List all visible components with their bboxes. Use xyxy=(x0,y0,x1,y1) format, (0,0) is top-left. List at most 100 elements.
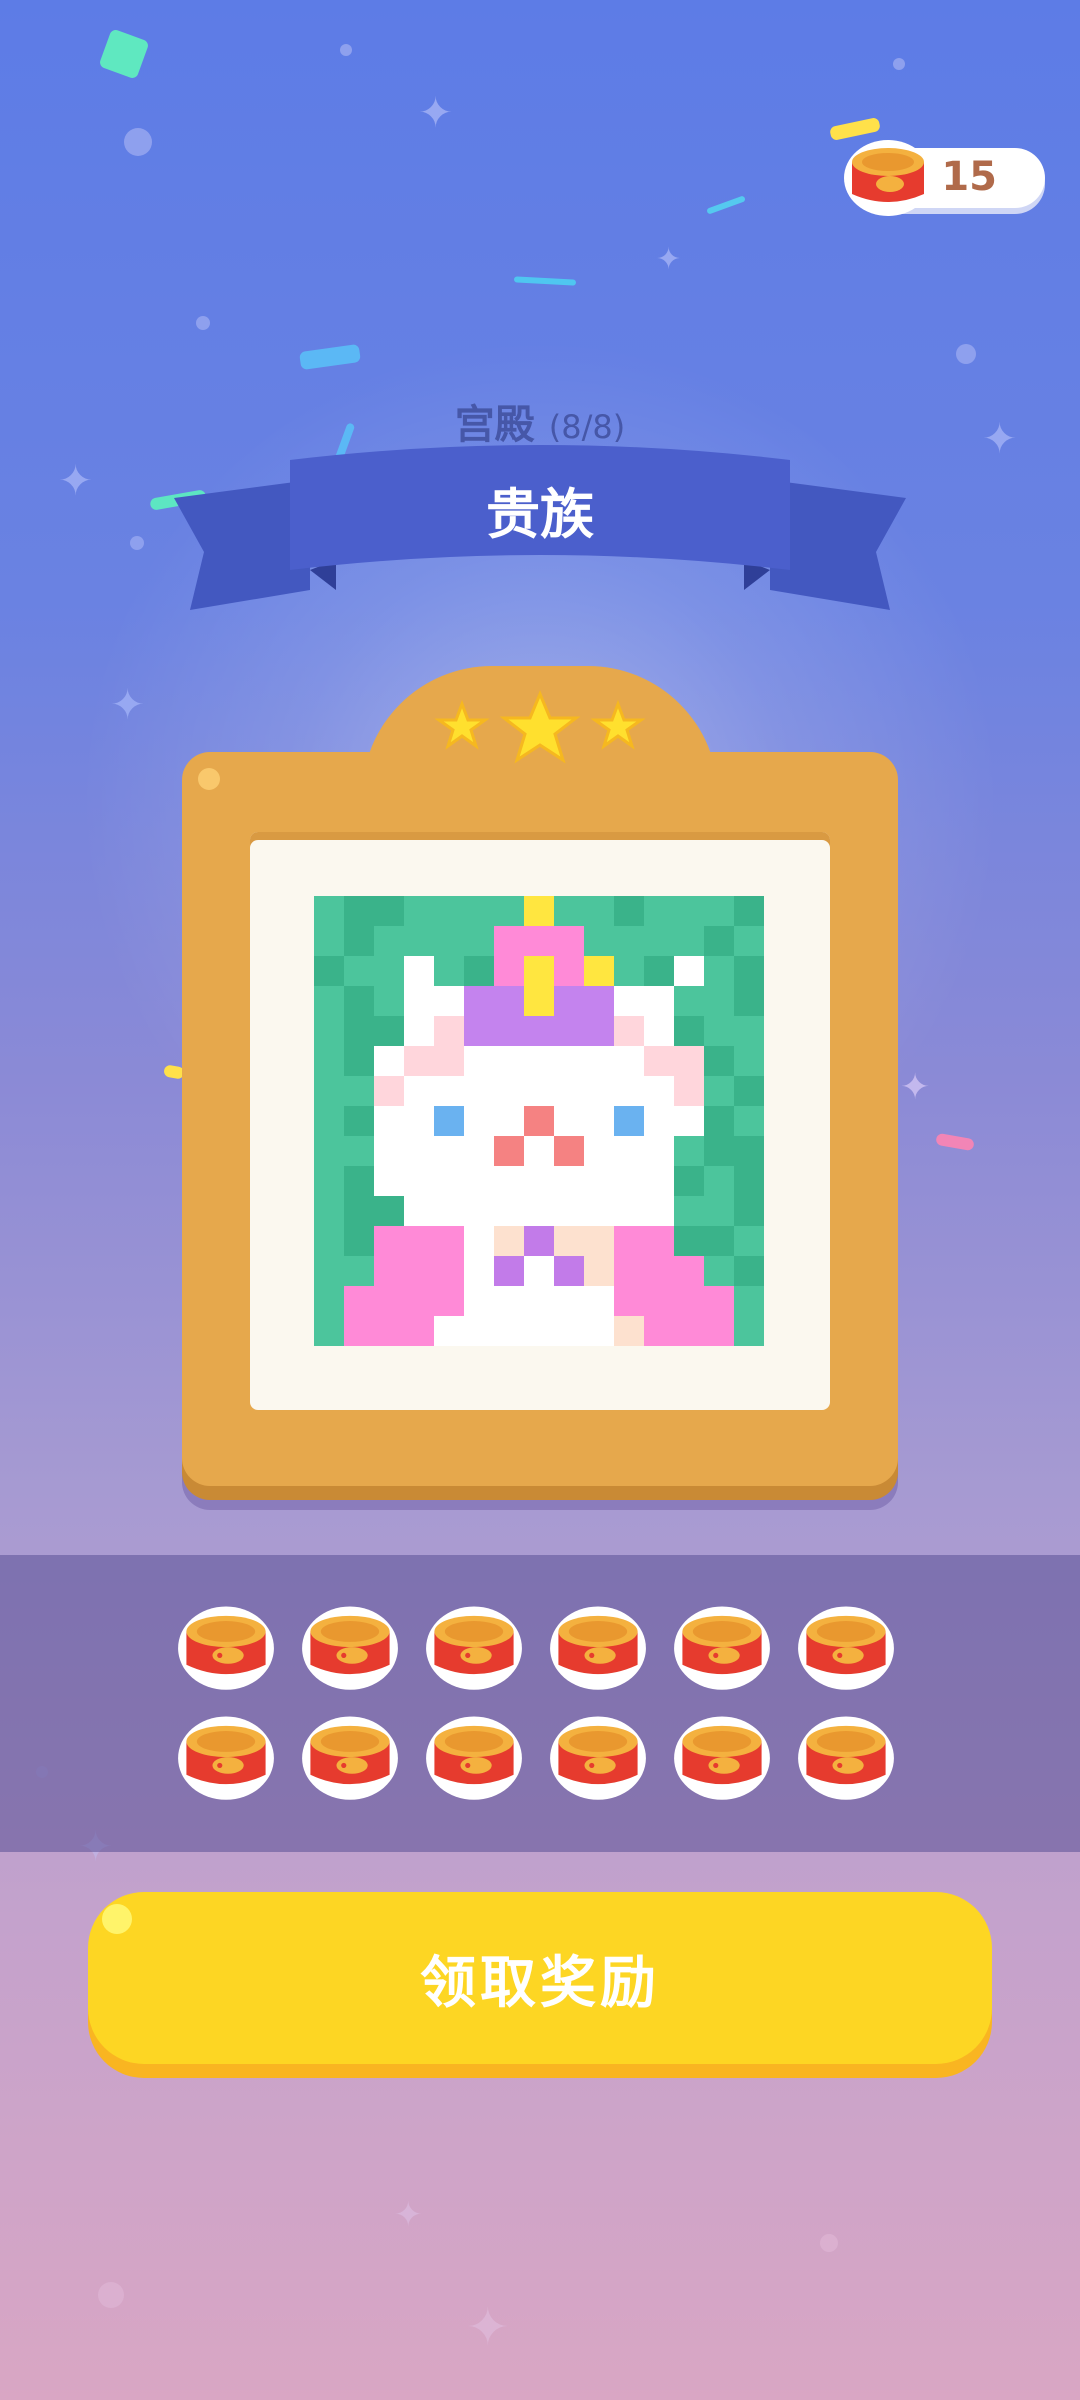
pixel xyxy=(434,1226,464,1256)
pixel xyxy=(674,956,704,986)
pixel xyxy=(464,956,494,986)
pixel xyxy=(554,1106,584,1136)
pixel xyxy=(614,1046,644,1076)
pixel xyxy=(314,1016,344,1046)
pixel xyxy=(434,896,464,926)
confetti-piece xyxy=(98,28,150,80)
pixel xyxy=(524,1256,554,1286)
pixel xyxy=(464,1196,494,1226)
pixel xyxy=(614,1226,644,1256)
background-dot xyxy=(956,344,976,364)
pixel xyxy=(524,896,554,926)
pixel xyxy=(314,1286,344,1316)
pixel xyxy=(644,1316,674,1346)
pixel xyxy=(524,1046,554,1076)
pixel xyxy=(494,1286,524,1316)
pixel xyxy=(674,1076,704,1106)
pixel xyxy=(344,1226,374,1256)
pixel xyxy=(404,1046,434,1076)
pixel xyxy=(734,986,764,1016)
pixel xyxy=(734,1256,764,1286)
pixel xyxy=(704,1016,734,1046)
pixel xyxy=(704,1136,734,1166)
pixel xyxy=(554,956,584,986)
pixel xyxy=(404,896,434,926)
pixel xyxy=(374,1226,404,1256)
pixel xyxy=(644,1286,674,1316)
pixel xyxy=(704,1256,734,1286)
pixel xyxy=(494,896,524,926)
pixel xyxy=(524,1106,554,1136)
pixel xyxy=(464,1166,494,1196)
pixel xyxy=(524,926,554,956)
pixel xyxy=(314,1226,344,1256)
pixel xyxy=(734,1076,764,1106)
pixel xyxy=(434,1136,464,1166)
pixel xyxy=(704,1226,734,1256)
sparkle-icon: ✦ xyxy=(656,242,682,277)
pixel xyxy=(374,1316,404,1346)
pixel xyxy=(554,1316,584,1346)
claim-reward-button[interactable]: 领取奖励 xyxy=(88,1892,992,2064)
pixel xyxy=(704,1286,734,1316)
pixel xyxy=(374,926,404,956)
pixel xyxy=(584,1256,614,1286)
pixel xyxy=(344,1196,374,1226)
pixel xyxy=(554,926,584,956)
pixel xyxy=(314,1316,344,1346)
star-icon xyxy=(434,699,490,750)
pixel xyxy=(434,986,464,1016)
pixel xyxy=(734,1286,764,1316)
pixel xyxy=(314,1256,344,1286)
pixel xyxy=(674,896,704,926)
pixel xyxy=(524,1166,554,1196)
pixel xyxy=(434,1316,464,1346)
pixel xyxy=(494,986,524,1016)
pixel xyxy=(464,896,494,926)
pixel xyxy=(734,1136,764,1166)
pixel xyxy=(464,1136,494,1166)
pixel xyxy=(584,1046,614,1076)
pixel xyxy=(734,1166,764,1196)
pixel xyxy=(434,1076,464,1106)
sparkle-icon: ✦ xyxy=(394,2195,423,2235)
pixel xyxy=(674,1046,704,1076)
pixel xyxy=(434,1286,464,1316)
pixel xyxy=(554,1196,584,1226)
pixel xyxy=(524,1286,554,1316)
pixel xyxy=(524,1316,554,1346)
pixel xyxy=(374,1196,404,1226)
cat-food-can-icon xyxy=(176,1710,276,1804)
pixel xyxy=(494,1136,524,1166)
pixel xyxy=(404,1166,434,1196)
pixel xyxy=(584,1166,614,1196)
pixel xyxy=(644,1256,674,1286)
pixel xyxy=(344,926,374,956)
pixel xyxy=(614,1076,644,1106)
pixel xyxy=(344,1076,374,1106)
pixel xyxy=(524,986,554,1016)
pixel xyxy=(374,1166,404,1196)
sparkle-icon: ✦ xyxy=(418,88,454,137)
pixel xyxy=(644,1196,674,1226)
pixel xyxy=(434,1166,464,1196)
cat-food-can-icon xyxy=(844,140,932,216)
pixel xyxy=(494,1226,524,1256)
pixel xyxy=(554,1256,584,1286)
pixel xyxy=(584,1226,614,1256)
pixel xyxy=(494,926,524,956)
pixel xyxy=(404,1286,434,1316)
pixel xyxy=(314,896,344,926)
background-dot xyxy=(340,44,352,56)
pixel xyxy=(584,1076,614,1106)
pixel xyxy=(344,1016,374,1046)
pixel xyxy=(584,956,614,986)
pixel xyxy=(734,1106,764,1136)
pixel xyxy=(464,1076,494,1106)
pixel xyxy=(494,1076,524,1106)
pixel xyxy=(404,1226,434,1256)
pixel xyxy=(554,1166,584,1196)
pixel xyxy=(464,1046,494,1076)
pixel xyxy=(554,1046,584,1076)
pixel xyxy=(584,1016,614,1046)
